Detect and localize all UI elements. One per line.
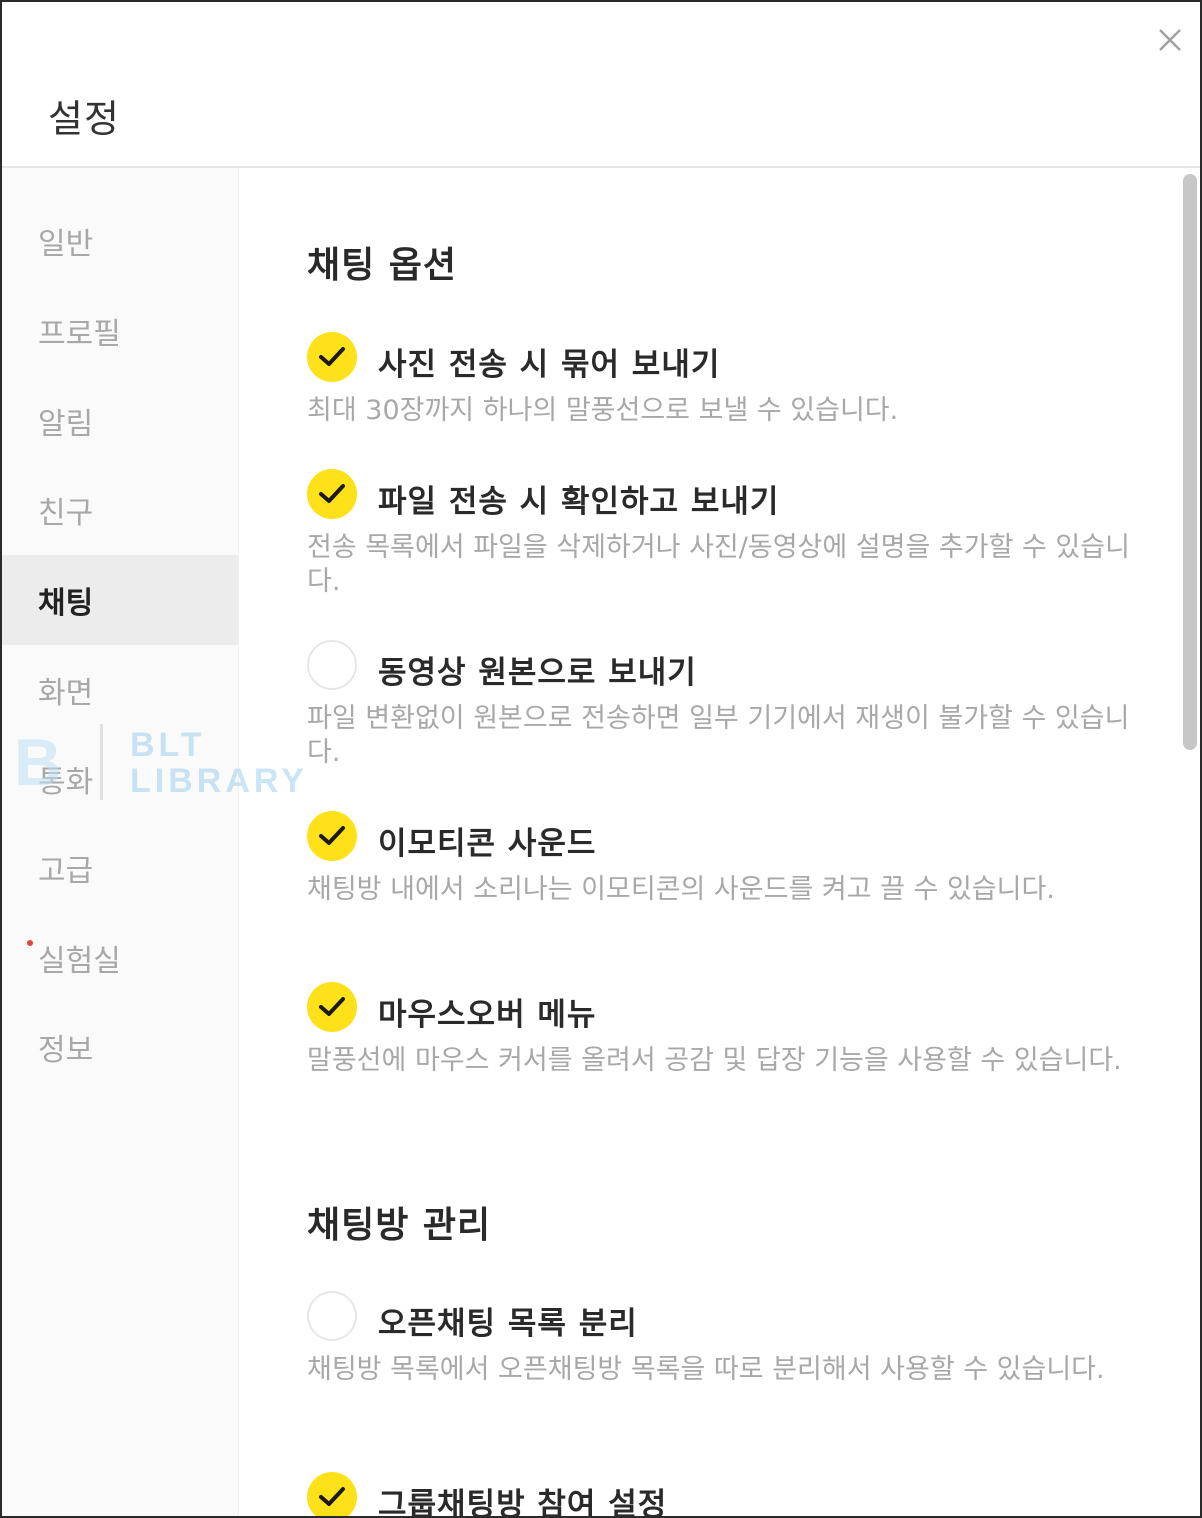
sidebar-item-info[interactable]: 정보 <box>2 1002 238 1092</box>
check-icon <box>319 826 345 845</box>
sidebar-item-label: 실험실 <box>38 944 121 979</box>
scrollbar-thumb[interactable] <box>1183 174 1197 750</box>
sidebar-item-label: 알림 <box>38 407 94 442</box>
title-bar: 설정 <box>2 2 1200 168</box>
checkbox[interactable] <box>307 640 357 690</box>
option-mouseover-menu: 마우스오버 메뉴 말풍선에 마우스 커서를 올려서 공감 및 답장 기능을 사용… <box>307 982 1147 1122</box>
sidebar-item-profile[interactable]: 프로필 <box>2 286 238 376</box>
close-button[interactable] <box>1154 24 1186 56</box>
checkbox[interactable] <box>307 982 357 1032</box>
check-icon <box>319 484 345 503</box>
sidebar-item-label: 일반 <box>38 227 94 262</box>
option-label: 오픈채팅 목록 분리 <box>378 1306 638 1342</box>
sidebar-item-display[interactable]: 화면 <box>2 645 238 735</box>
checkbox[interactable] <box>307 1472 357 1516</box>
option-label: 사진 전송 시 묶어 보내기 <box>378 347 721 383</box>
option-send-original-video: 동영상 원본으로 보내기 파일 변환없이 원본으로 전송하면 일부 기기에서 재… <box>307 640 1147 780</box>
new-badge-dot <box>27 940 33 946</box>
option-confirm-file-send: 파일 전송 시 확인하고 보내기 전송 목록에서 파일을 삭제하거나 사진/동영… <box>307 469 1147 609</box>
settings-content: 채팅 옵션 사진 전송 시 묶어 보내기 최대 30장까지 하나의 말풍선으로 … <box>239 168 1200 1516</box>
sidebar-item-label: 통화 <box>38 765 94 800</box>
option-label: 파일 전송 시 확인하고 보내기 <box>378 484 780 520</box>
option-description: 채팅방 목록에서 오픈채팅방 목록을 따로 분리해서 사용할 수 있습니다. <box>307 1354 1105 1385</box>
option-label: 동영상 원본으로 보내기 <box>378 655 697 691</box>
check-icon <box>319 997 345 1016</box>
settings-window: 설정 일반 프로필 알림 친구 채팅 화면 통화 고급 실험실 정보 채팅 옵션… <box>0 0 1202 1518</box>
sidebar-item-call[interactable]: 통화 <box>2 734 238 824</box>
option-label: 이모티콘 사운드 <box>378 826 597 862</box>
checkbox[interactable] <box>307 811 357 861</box>
sidebar-item-lab[interactable]: 실험실 <box>2 913 238 1003</box>
checkbox[interactable] <box>307 1291 357 1341</box>
sidebar-item-label: 채팅 <box>38 586 94 621</box>
sidebar-item-label: 친구 <box>38 496 94 531</box>
sidebar-item-friends[interactable]: 친구 <box>2 465 238 555</box>
option-description: 파일 변환없이 원본으로 전송하면 일부 기기에서 재생이 불가할 수 있습니다… <box>307 703 1130 768</box>
option-emoticon-sound: 이모티콘 사운드 채팅방 내에서 소리나는 이모티콘의 사운드를 켜고 끌 수 … <box>307 811 1147 951</box>
option-description: 말풍선에 마우스 커서를 올려서 공감 및 답장 기능을 사용할 수 있습니다. <box>307 1045 1122 1076</box>
checkbox[interactable] <box>307 332 357 382</box>
sidebar-item-label: 고급 <box>38 854 94 889</box>
check-icon <box>319 1487 345 1506</box>
sidebar-item-label: 화면 <box>38 676 94 711</box>
option-bundle-photos: 사진 전송 시 묶어 보내기 최대 30장까지 하나의 말풍선으로 보낼 수 있… <box>307 332 1147 432</box>
sidebar-item-chat[interactable]: 채팅 <box>2 555 238 645</box>
sidebar-item-label: 정보 <box>38 1033 94 1068</box>
option-group-chat-join-settings: 그룹채팅방 참여 설정 <box>307 1472 1147 1516</box>
checkbox[interactable] <box>307 469 357 519</box>
option-label: 마우스오버 메뉴 <box>378 997 597 1033</box>
settings-sidebar: 일반 프로필 알림 친구 채팅 화면 통화 고급 실험실 정보 <box>2 168 239 1516</box>
sidebar-item-notifications[interactable]: 알림 <box>2 376 238 466</box>
sidebar-item-advanced[interactable]: 고급 <box>2 823 238 913</box>
sidebar-item-general[interactable]: 일반 <box>2 196 238 286</box>
section-title-chatroom-management: 채팅방 관리 <box>307 1205 492 1246</box>
check-icon <box>319 347 345 366</box>
option-separate-openchat-list: 오픈채팅 목록 분리 채팅방 목록에서 오픈채팅방 목록을 따로 분리해서 사용… <box>307 1291 1147 1431</box>
option-description: 전송 목록에서 파일을 삭제하거나 사진/동영상에 설명을 추가할 수 있습니다… <box>307 532 1130 597</box>
section-title-chat-options: 채팅 옵션 <box>307 245 458 286</box>
option-label: 그룹채팅방 참여 설정 <box>378 1487 668 1516</box>
close-icon <box>1159 29 1181 51</box>
page-title: 설정 <box>48 97 120 141</box>
option-description: 채팅방 내에서 소리나는 이모티콘의 사운드를 켜고 끌 수 있습니다. <box>307 874 1055 905</box>
option-description: 최대 30장까지 하나의 말풍선으로 보낼 수 있습니다. <box>307 395 899 426</box>
sidebar-item-label: 프로필 <box>38 317 121 352</box>
